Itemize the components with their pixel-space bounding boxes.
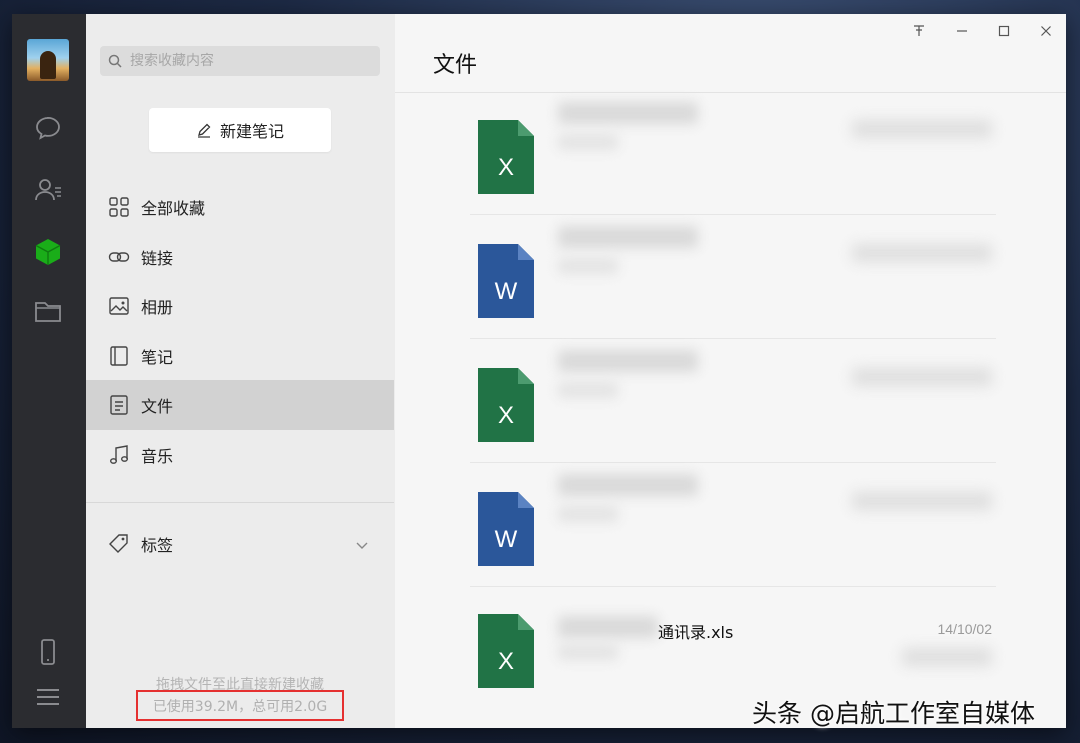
folder-icon[interactable] (30, 293, 66, 329)
search-icon (108, 54, 122, 68)
new-note-button[interactable]: 新建笔记 (149, 108, 331, 152)
minimize-icon (957, 30, 967, 32)
page-title: 文件 (433, 53, 478, 78)
word-file-icon: W (478, 492, 534, 566)
document-icon (107, 393, 131, 417)
favorites-cube-icon[interactable] (30, 234, 66, 270)
word-file-icon: W (478, 244, 534, 318)
blurred-file-meta (852, 368, 992, 386)
pin-icon (914, 25, 924, 36)
sidebar-item-all-favorites[interactable]: 全部收藏 (86, 182, 394, 232)
search-input[interactable] (128, 52, 372, 70)
sidebar-item-label: 链接 (141, 249, 174, 268)
file-row[interactable]: X (470, 92, 996, 215)
image-icon (107, 294, 131, 318)
blurred-file-name (558, 226, 698, 248)
avatar[interactable] (27, 39, 69, 81)
contacts-icon[interactable] (30, 172, 66, 208)
excel-file-icon: X (478, 368, 534, 442)
blurred-file-size (558, 644, 618, 660)
sidebar-item-label: 标签 (141, 536, 174, 555)
maximize-icon (998, 25, 1010, 37)
blurred-file-size (558, 506, 618, 522)
blurred-file-size (558, 134, 618, 150)
sidebar-item-album[interactable]: 相册 (86, 281, 394, 331)
minimize-button[interactable] (951, 22, 973, 40)
file-row[interactable]: W (470, 216, 996, 339)
file-type-badge: X (498, 154, 514, 181)
sidebar-item-label: 相册 (141, 298, 174, 317)
menu-icon[interactable] (30, 679, 66, 715)
sidebar-divider (86, 502, 394, 503)
blurred-file-name (558, 474, 698, 496)
new-note-label: 新建笔记 (219, 122, 284, 141)
file-type-badge: W (495, 278, 518, 305)
file-type-badge: X (498, 402, 514, 429)
pencil-icon (197, 123, 211, 138)
sidebar-item-links[interactable]: 链接 (86, 232, 394, 282)
file-type-badge: W (495, 526, 518, 553)
notebook-icon (107, 344, 131, 368)
file-type-badge: X (498, 648, 514, 675)
blurred-file-meta (852, 120, 992, 138)
blurred-file-meta (852, 244, 992, 262)
maximize-button[interactable] (993, 22, 1015, 40)
pin-button[interactable] (908, 22, 930, 40)
sidebar-item-label: 全部收藏 (141, 199, 206, 218)
blurred-file-size (558, 382, 618, 398)
blurred-file-name (558, 616, 658, 638)
sidebar-item-label: 笔记 (141, 348, 174, 367)
blurred-file-size (558, 258, 618, 274)
blurred-file-name (558, 102, 698, 124)
file-row[interactable]: W (470, 464, 996, 587)
music-note-icon (107, 443, 131, 467)
excel-file-icon: X (478, 120, 534, 194)
file-date: 14/10/02 (937, 621, 993, 637)
grid-icon (107, 195, 131, 219)
search-box[interactable] (100, 46, 380, 76)
close-icon (1041, 26, 1051, 36)
close-button[interactable] (1035, 22, 1057, 40)
link-icon (107, 245, 131, 269)
watermark: 头条 @启航工作室自媒体 (752, 699, 1035, 728)
sidebar-item-label: 文件 (141, 397, 174, 416)
chat-icon[interactable] (30, 110, 66, 146)
sidebar-item-music[interactable]: 音乐 (86, 430, 394, 480)
sidebar-item-label: 音乐 (141, 447, 174, 466)
tag-icon (107, 532, 131, 556)
storage-usage: 已使用39.2M，总可用2.0G (136, 690, 344, 721)
sidebar-item-files[interactable]: 文件 (86, 380, 394, 430)
blurred-file-meta (852, 492, 992, 510)
sidebar-item-notes[interactable]: 笔记 (86, 331, 394, 381)
file-row[interactable]: X (470, 340, 996, 463)
file-name: 通讯录.xls (658, 623, 734, 642)
chevron-down-icon[interactable] (354, 537, 370, 553)
blurred-file-name (558, 350, 698, 372)
excel-file-icon: X (478, 614, 534, 688)
sidebar-item-tags[interactable]: 标签 (86, 519, 394, 569)
phone-icon[interactable] (30, 634, 66, 670)
blurred-file-meta (902, 648, 992, 666)
